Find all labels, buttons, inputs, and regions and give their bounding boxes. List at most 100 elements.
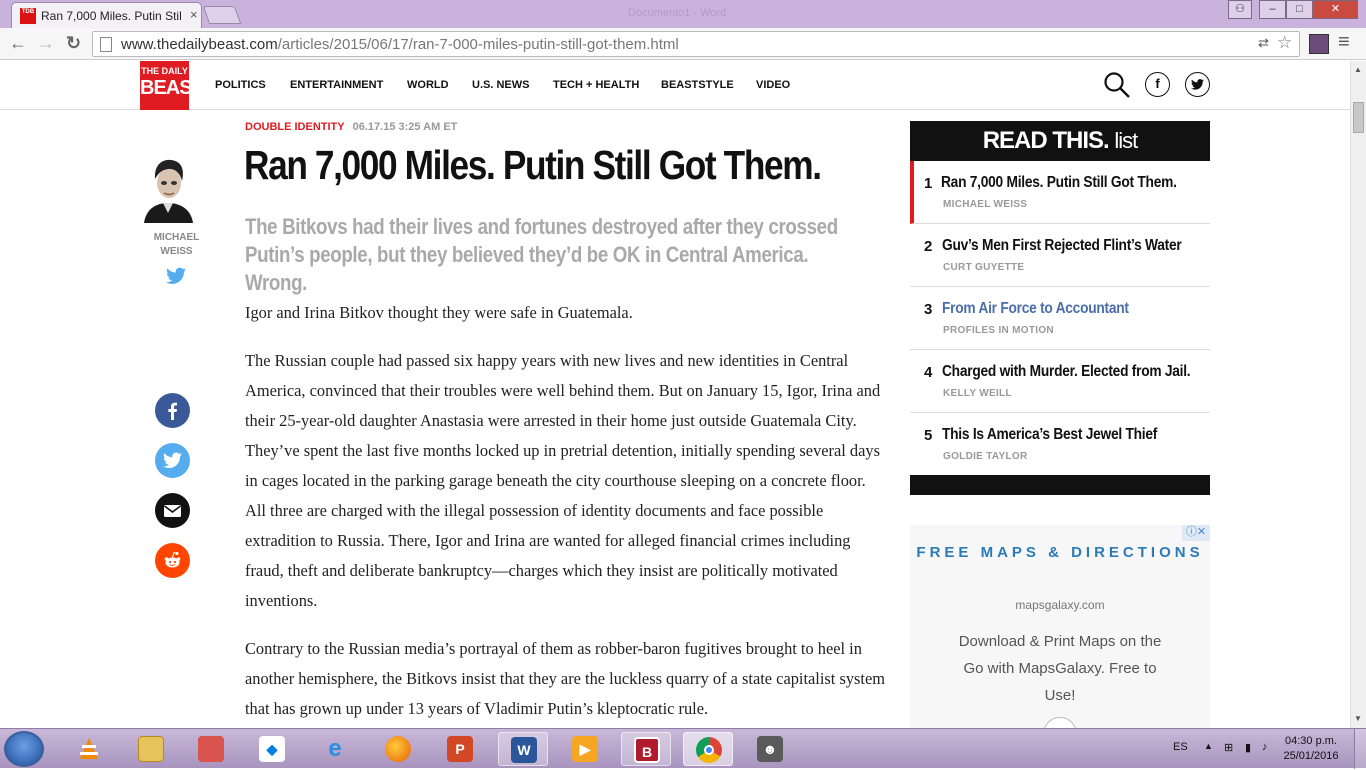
tab-close-icon[interactable]: ×: [190, 7, 198, 22]
read-this-item[interactable]: 3 From Air Force to Accountant PROFILES …: [910, 287, 1210, 350]
url-domain: www.thedailybeast.com: [121, 36, 278, 53]
user-profile-icon[interactable]: ⚇: [1228, 0, 1252, 19]
maximize-button[interactable]: □: [1286, 0, 1313, 19]
close-window-button[interactable]: ✕: [1313, 0, 1358, 19]
minimize-button[interactable]: –: [1259, 0, 1286, 19]
nav-video[interactable]: VIDEO: [756, 79, 790, 91]
address-url: www.thedailybeast.com/articles/2015/06/1…: [121, 36, 679, 53]
bookmark-star-icon[interactable]: ☆: [1277, 33, 1292, 53]
article-kicker: DOUBLE IDENTITY 06.17.15 3:25 AM ET: [245, 121, 457, 133]
new-tab-button[interactable]: [202, 6, 242, 24]
read-this-item[interactable]: 2 Guv’s Men First Rejected Flint’s Water…: [910, 224, 1210, 287]
article-paragraph: Igor and Irina Bitkov thought they were …: [245, 303, 633, 322]
daily-beast-logo[interactable]: THE DAILY BEAST: [140, 61, 204, 110]
article-paragraph: Contrary to the Russian media’s portraya…: [245, 639, 885, 718]
nav-politics[interactable]: POLITICS: [215, 79, 266, 91]
item-author: KELLY WEILL: [943, 388, 1012, 399]
volume-icon[interactable]: ♪: [1262, 741, 1268, 753]
ad-domain[interactable]: mapsgalaxy.com: [910, 598, 1210, 612]
extension-icon[interactable]: [1309, 34, 1329, 54]
video-player-icon[interactable]: ▶: [560, 732, 610, 766]
item-author: PROFILES IN MOTION: [943, 325, 1054, 336]
item-title[interactable]: Guv’s Men First Rejected Flint’s Water: [942, 237, 1182, 255]
read-this-item[interactable]: 4 Charged with Murder. Elected from Jail…: [910, 350, 1210, 413]
item-title[interactable]: This Is America’s Best Jewel Thief: [942, 426, 1157, 444]
item-number: 3: [924, 301, 933, 318]
show-desktop-button[interactable]: [1354, 729, 1366, 769]
show-hidden-icons-icon[interactable]: ▲: [1204, 741, 1213, 751]
ad-body[interactable]: Download & Print Maps on the Go with Map…: [950, 628, 1170, 709]
item-author: GOLDIE TAYLOR: [943, 451, 1028, 462]
facebook-icon[interactable]: f: [1145, 72, 1170, 97]
scroll-down-arrow-icon[interactable]: ▼: [1354, 714, 1362, 723]
author-avatar[interactable]: [140, 153, 197, 223]
nav-us-news[interactable]: U.S. NEWS: [472, 79, 529, 91]
article-headline: Ran 7,000 Miles. Putin Still Got Them.: [244, 142, 822, 188]
article-paragraph: The Russian couple had passed six happy …: [245, 351, 881, 610]
read-this-footer: [910, 475, 1210, 495]
ad-arrow-icon[interactable]: [1043, 717, 1077, 728]
nav-world[interactable]: WORLD: [407, 79, 449, 91]
share-twitter-button[interactable]: [155, 443, 190, 478]
email-icon: [164, 505, 181, 517]
word-icon[interactable]: W: [498, 732, 548, 766]
page-scrollbar[interactable]: ▲ ▼: [1350, 61, 1366, 728]
author-twitter-icon[interactable]: [166, 266, 186, 286]
scrollbar-thumb[interactable]: [1353, 102, 1364, 133]
network-icon[interactable]: ⊞: [1224, 741, 1233, 754]
read-this-header: READ THIS. list: [910, 121, 1210, 161]
clock-date: 25/01/2016: [1283, 750, 1339, 762]
chrome-icon[interactable]: [683, 732, 733, 766]
article-dek: The Bitkovs had their lives and fortunes…: [245, 214, 838, 295]
menu-icon[interactable]: ≡: [1338, 31, 1350, 54]
item-title[interactable]: Ran 7,000 Miles. Putin Still Got Them.: [941, 174, 1177, 192]
back-button[interactable]: ←: [9, 33, 27, 54]
system-clock[interactable]: 04:30 p.m. 25/01/2016: [1281, 734, 1341, 764]
language-indicator[interactable]: ES: [1173, 741, 1188, 753]
logo-line1: THE DAILY: [141, 66, 188, 76]
item-title[interactable]: From Air Force to Accountant: [942, 300, 1129, 318]
address-bar[interactable]: www.thedailybeast.com/articles/2015/06/1…: [92, 31, 1300, 57]
spy-app-icon[interactable]: ☻: [745, 732, 795, 766]
adchoices-icon[interactable]: ⓘ✕: [1182, 525, 1210, 541]
ad-title[interactable]: FREE MAPS & DIRECTIONS: [910, 541, 1210, 565]
read-this-title: READ THIS.: [982, 127, 1110, 154]
author-name[interactable]: MICHAEL WEISS: [140, 231, 213, 259]
url-path: /articles/2015/06/17/ran-7-000-miles-put…: [277, 36, 679, 53]
scroll-up-arrow-icon[interactable]: ▲: [1354, 65, 1362, 74]
paint-icon[interactable]: [186, 732, 236, 766]
dropbox-icon[interactable]: ◆: [247, 732, 297, 766]
share-email-button[interactable]: [155, 493, 190, 528]
file-explorer-icon[interactable]: [126, 732, 176, 766]
clock-time: 04:30 p.m.: [1285, 735, 1337, 747]
read-this-item[interactable]: 1 Ran 7,000 Miles. Putin Still Got Them.…: [910, 161, 1210, 224]
page-icon: [100, 37, 112, 52]
translate-icon[interactable]: ⇄: [1258, 35, 1269, 51]
browser-tab[interactable]: TDB Ran 7,000 Miles. Putin Still ×: [11, 2, 202, 28]
forward-button[interactable]: →: [37, 33, 55, 54]
read-this-item[interactable]: 5 This Is America’s Best Jewel Thief GOL…: [910, 413, 1210, 476]
item-title[interactable]: Charged with Murder. Elected from Jail.: [942, 363, 1191, 381]
vlc-icon[interactable]: [64, 732, 114, 766]
internet-explorer-icon[interactable]: e: [310, 732, 360, 766]
nav-beaststyle[interactable]: BEASTSTYLE: [661, 79, 734, 91]
share-reddit-button[interactable]: [155, 543, 190, 578]
nav-entertainment[interactable]: ENTERTAINMENT: [290, 79, 383, 91]
item-number: 5: [924, 427, 933, 444]
item-number: 2: [924, 238, 933, 255]
logo-line2: BEAST: [140, 77, 204, 99]
battery-icon[interactable]: ▮: [1245, 741, 1251, 754]
item-author: MICHAEL WEISS: [943, 199, 1028, 210]
advertisement[interactable]: ⓘ✕ FREE MAPS & DIRECTIONS mapsgalaxy.com…: [910, 525, 1210, 728]
firefox-icon[interactable]: [373, 732, 423, 766]
kicker-label[interactable]: DOUBLE IDENTITY: [245, 121, 345, 133]
twitter-icon[interactable]: [1185, 72, 1210, 97]
bitdefender-icon[interactable]: B: [621, 732, 671, 766]
share-facebook-button[interactable]: [155, 393, 190, 428]
powerpoint-icon[interactable]: P: [435, 732, 485, 766]
start-button[interactable]: [4, 731, 44, 767]
search-icon[interactable]: [1103, 71, 1131, 99]
read-this-list: READ THIS. list 1 Ran 7,000 Miles. Putin…: [910, 121, 1210, 495]
nav-tech-health[interactable]: TECH + HEALTH: [553, 79, 639, 91]
reload-button[interactable]: ↻: [66, 33, 81, 54]
